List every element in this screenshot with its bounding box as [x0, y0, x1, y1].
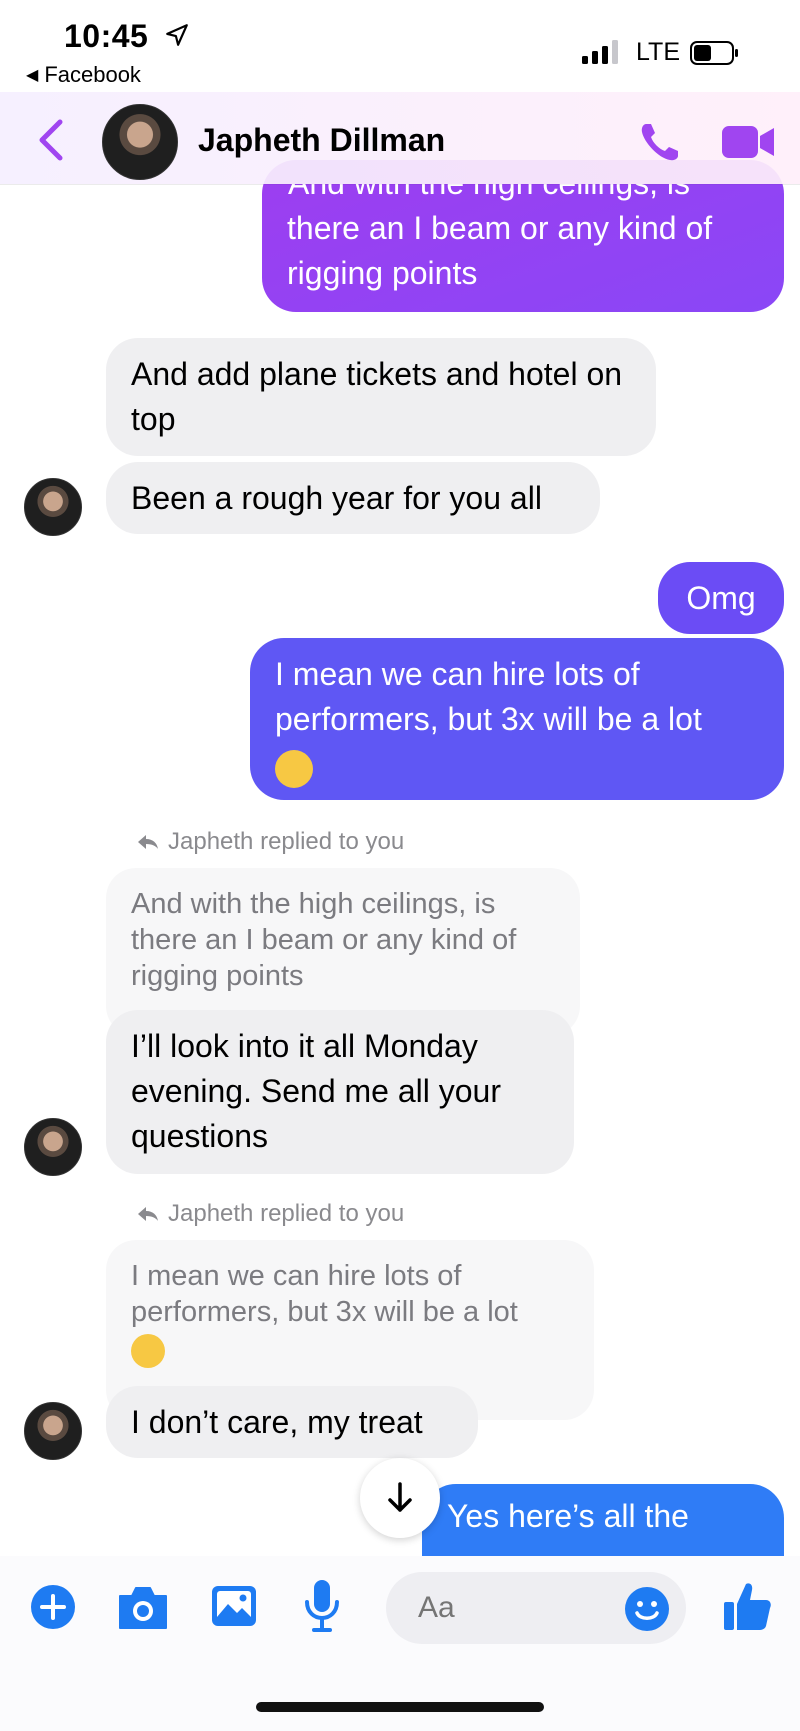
photo-icon[interactable] — [210, 1584, 258, 1628]
message-text: there an I beam or any kind of rigging p… — [287, 210, 713, 291]
reply-arrow-icon — [138, 835, 158, 849]
message-text: Omg — [686, 580, 756, 616]
incoming-message[interactable]: Been a rough year for you all — [106, 462, 600, 534]
quoted-text: I mean we can hire lots of performers, b… — [131, 1260, 518, 1328]
microphone-icon[interactable] — [302, 1578, 342, 1634]
battery-icon — [690, 41, 738, 65]
incoming-message[interactable]: I don’t care, my treat — [106, 1386, 478, 1458]
sender-avatar[interactable] — [24, 478, 82, 536]
quoted-text: And with the high ceilings, is there an … — [131, 888, 517, 992]
home-indicator — [256, 1702, 544, 1712]
camera-icon[interactable] — [116, 1584, 170, 1630]
location-arrow-icon — [166, 24, 188, 46]
outgoing-message[interactable]: I mean we can hire lots of performers, b… — [250, 638, 784, 800]
contact-avatar[interactable] — [102, 104, 178, 180]
reply-label: Japheth replied to you — [168, 1200, 405, 1227]
back-app-label: Facebook — [44, 62, 141, 87]
emoji-icon[interactable] — [624, 1586, 670, 1632]
thumbs-up-icon[interactable] — [722, 1578, 772, 1634]
network-type: LTE — [636, 38, 680, 66]
signal-icon — [582, 40, 618, 64]
message-text: I mean we can hire lots of performers, b… — [275, 656, 702, 737]
message-text: Been a rough year for you all — [131, 480, 542, 516]
reply-indicator: Japheth replied to you — [136, 828, 404, 856]
phone-icon[interactable] — [636, 118, 684, 166]
sender-avatar[interactable] — [24, 1402, 82, 1460]
message-text: I’ll look into it all Monday evening. Se… — [131, 1028, 501, 1154]
sender-avatar[interactable] — [24, 1118, 82, 1176]
incoming-message[interactable]: And add plane tickets and hotel on top — [106, 338, 656, 456]
sweat-smile-emoji-icon — [275, 749, 313, 788]
message-text: I don’t care, my treat — [131, 1404, 423, 1440]
reply-indicator: Japheth replied to you — [136, 1200, 404, 1228]
video-icon[interactable] — [720, 122, 776, 162]
reply-arrow-icon — [138, 1207, 158, 1221]
message-text-partial: And with the high ceilings, is — [262, 184, 784, 206]
message-text: And add plane tickets and hotel on top — [131, 356, 623, 437]
message-text: Yes here’s all the — [447, 1498, 689, 1534]
back-to-app-link[interactable]: ◀ Facebook — [26, 62, 141, 88]
back-triangle-icon: ◀ — [26, 67, 39, 84]
outgoing-message[interactable]: Omg — [658, 562, 784, 634]
status-time: 10:45 — [64, 18, 149, 54]
sweat-smile-emoji-icon — [131, 1334, 165, 1368]
back-chevron-icon[interactable] — [36, 118, 66, 162]
arrow-down-icon — [388, 1482, 412, 1512]
contact-name[interactable]: Japheth Dillman — [198, 122, 445, 159]
reply-label: Japheth replied to you — [168, 828, 405, 855]
incoming-message[interactable]: I’ll look into it all Monday evening. Se… — [106, 1010, 574, 1174]
scroll-to-bottom-button[interactable] — [360, 1458, 440, 1538]
plus-icon[interactable] — [30, 1584, 76, 1630]
